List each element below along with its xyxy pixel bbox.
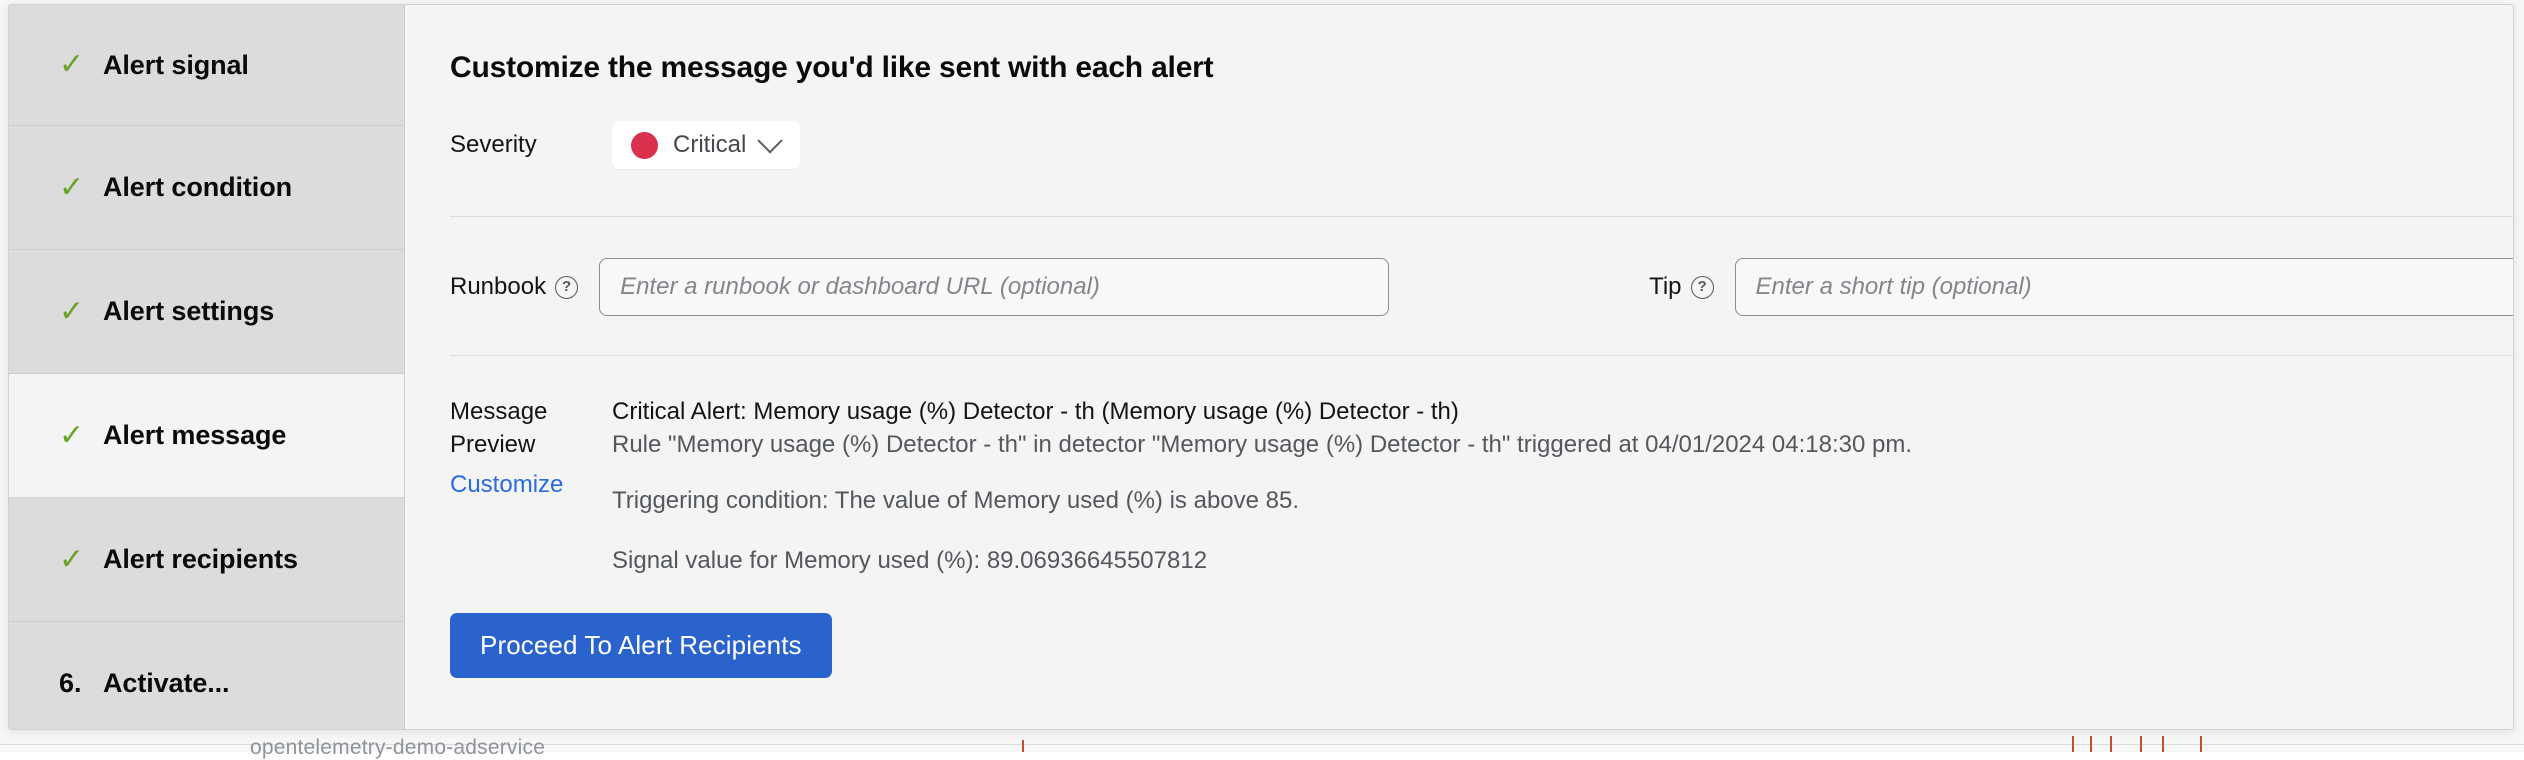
severity-dot-icon xyxy=(631,132,658,159)
help-icon[interactable]: ? xyxy=(555,276,578,299)
message-preview-signal-line: Signal value for Memory used (%): 89.069… xyxy=(612,545,1912,578)
alert-message-panel: Customize the message you'd like sent wi… xyxy=(405,5,2514,729)
sidebar-item-label: Alert recipients xyxy=(103,544,298,575)
check-icon: ✓ xyxy=(59,173,93,203)
runbook-tip-row: Runbook ? Tip ? xyxy=(450,258,2514,316)
sidebar-item-alert-condition[interactable]: ✓ Alert condition xyxy=(9,126,404,250)
message-preview-label-line1: Message xyxy=(450,396,612,429)
runbook-input[interactable] xyxy=(599,258,1389,316)
chevron-down-icon xyxy=(758,128,783,153)
wizard-step-rail: ✓ Alert signal ✓ Alert condition ✓ Alert… xyxy=(9,5,405,729)
runbook-label-text: Runbook xyxy=(450,273,546,301)
background-tick xyxy=(2110,736,2112,752)
background-tick xyxy=(2140,736,2142,752)
message-preview-rule-line: Rule "Memory usage (%) Detector - th" in… xyxy=(612,429,1912,462)
step-number: 6. xyxy=(59,668,93,699)
tip-group: Tip ? xyxy=(1649,258,2514,316)
background-service-label: opentelemetry-demo-adservice xyxy=(250,736,545,760)
sidebar-item-alert-recipients[interactable]: ✓ Alert recipients xyxy=(9,498,404,622)
sidebar-item-label: Alert message xyxy=(103,420,286,451)
severity-label: Severity xyxy=(450,131,612,159)
check-icon: ✓ xyxy=(59,297,93,327)
sidebar-item-alert-message[interactable]: ✓ Alert message xyxy=(9,374,404,498)
message-preview-body: Critical Alert: Memory usage (%) Detecto… xyxy=(612,394,1912,578)
background-tick xyxy=(2072,736,2074,752)
background-tick xyxy=(1022,740,1024,752)
sidebar-item-label: Alert condition xyxy=(103,172,292,203)
customize-link[interactable]: Customize xyxy=(450,471,563,499)
severity-value: Critical xyxy=(673,131,746,159)
background-tick xyxy=(2200,736,2202,752)
sidebar-item-label: Alert settings xyxy=(103,296,274,327)
background-tick xyxy=(2162,736,2164,752)
sidebar-item-label: Activate... xyxy=(103,668,229,699)
message-preview-condition-line: Triggering condition: The value of Memor… xyxy=(612,485,1912,518)
message-preview-labels: Message Preview Customize xyxy=(450,394,612,578)
check-icon: ✓ xyxy=(59,545,93,575)
sidebar-item-alert-signal[interactable]: ✓ Alert signal xyxy=(9,5,404,126)
proceed-to-alert-recipients-button[interactable]: Proceed To Alert Recipients xyxy=(450,613,832,678)
severity-dropdown[interactable]: Critical xyxy=(612,121,800,169)
alert-wizard-dialog: ✓ Alert signal ✓ Alert condition ✓ Alert… xyxy=(8,4,2514,730)
check-icon: ✓ xyxy=(59,421,93,451)
runbook-label: Runbook ? xyxy=(450,273,578,301)
sidebar-item-activate[interactable]: 6. Activate... xyxy=(9,622,404,730)
page-title: Customize the message you'd like sent wi… xyxy=(450,51,2514,85)
message-preview-section: Message Preview Customize Critical Alert… xyxy=(450,394,2514,578)
tip-label: Tip ? xyxy=(1649,273,1713,301)
help-icon[interactable]: ? xyxy=(1691,276,1714,299)
divider-bottom xyxy=(450,355,2514,356)
check-icon: ✓ xyxy=(59,50,93,80)
sidebar-item-alert-settings[interactable]: ✓ Alert settings xyxy=(9,250,404,374)
sidebar-item-label: Alert signal xyxy=(103,50,249,81)
message-preview-label-line2: Preview xyxy=(450,429,612,462)
tip-label-text: Tip xyxy=(1649,273,1681,301)
severity-row: Severity Critical xyxy=(450,121,2514,169)
divider-top xyxy=(450,216,2514,217)
background-tick xyxy=(2090,736,2092,752)
tip-input[interactable] xyxy=(1735,258,2514,316)
message-preview-title: Critical Alert: Memory usage (%) Detecto… xyxy=(612,396,1912,429)
